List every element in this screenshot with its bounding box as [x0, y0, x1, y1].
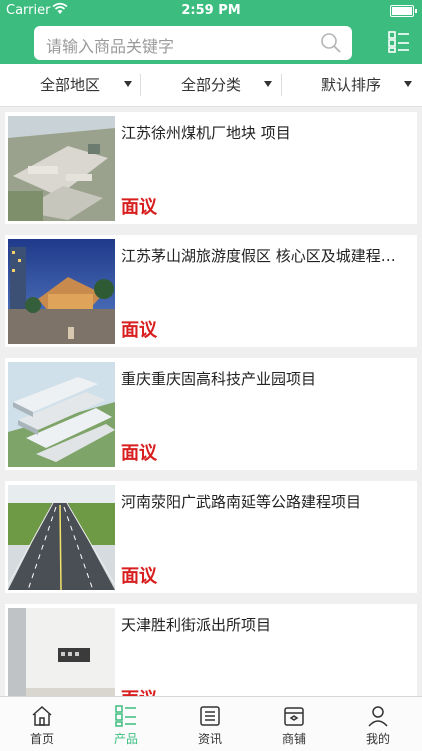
chevron-down-icon — [264, 81, 272, 87]
product-image[interactable] — [8, 239, 115, 344]
filter-sort-label: 默认排序 — [321, 76, 382, 94]
battery-icon — [390, 5, 417, 17]
list-icon — [115, 705, 137, 727]
filter-sort[interactable]: 默认排序 — [321, 64, 421, 106]
category-menu-icon[interactable] — [388, 31, 410, 53]
home-icon — [31, 705, 53, 727]
search-input[interactable]: 请输入商品关键字 — [34, 26, 352, 60]
chevron-down-icon — [404, 81, 412, 87]
product-image[interactable] — [8, 116, 115, 221]
filter-region-label: 全部地区 — [40, 76, 101, 94]
product-card[interactable]: 河南荥阳广武路南延等公路建程项目 面议 — [5, 481, 417, 593]
product-price: 面议 — [121, 197, 157, 218]
filter-category-label: 全部分类 — [181, 76, 242, 94]
tab-products[interactable]: 产品 — [84, 697, 168, 751]
product-title: 重庆重庆固高科技产业园项目 — [121, 370, 317, 388]
product-card[interactable]: 重庆重庆固高科技产业园项目 面议 — [5, 358, 417, 470]
product-card[interactable]: 江苏茅山湖旅游度假区 核心区及城建程… 面议 — [5, 235, 417, 347]
product-title: 天津胜利街派出所项目 — [121, 616, 272, 634]
product-title: 江苏茅山湖旅游度假区 核心区及城建程… — [121, 247, 396, 265]
tab-home[interactable]: 首页 — [0, 697, 84, 751]
tab-shops[interactable]: 商铺 — [252, 697, 336, 751]
tab-news-label: 资讯 — [197, 732, 222, 746]
bottom-tab-bar: 首页 产品 资讯 商铺 我的 — [0, 696, 422, 751]
search-placeholder: 请输入商品关键字 — [46, 37, 175, 56]
status-time: 2:59 PM — [181, 3, 241, 18]
product-image[interactable] — [7, 485, 116, 591]
user-icon — [367, 705, 389, 727]
app-header: Carrier 2:59 PM 请输入商品关键字 — [0, 0, 422, 64]
tab-profile-label: 我的 — [365, 732, 390, 746]
chevron-down-icon — [124, 81, 132, 87]
product-price: 面议 — [121, 443, 157, 464]
filter-bar: 全部地区 全部分类 默认排序 — [0, 64, 422, 107]
filter-region[interactable]: 全部地区 — [40, 64, 140, 106]
product-card[interactable]: 江苏徐州煤机厂地块 项目 面议 — [5, 112, 417, 224]
tab-products-label: 产品 — [113, 732, 138, 746]
product-price: 面议 — [121, 320, 157, 341]
product-price: 面议 — [121, 566, 157, 587]
tab-home-label: 首页 — [29, 732, 54, 746]
filter-divider — [281, 74, 282, 96]
filter-category[interactable]: 全部分类 — [181, 64, 281, 106]
tab-profile[interactable]: 我的 — [336, 697, 420, 751]
news-icon — [199, 705, 221, 727]
tab-shops-label: 商铺 — [281, 732, 306, 746]
tab-news[interactable]: 资讯 — [168, 697, 252, 751]
search-icon[interactable] — [320, 32, 342, 58]
product-image[interactable] — [8, 362, 115, 467]
product-title: 江苏徐州煤机厂地块 项目 — [121, 124, 291, 142]
product-title: 河南荥阳广武路南延等公路建程项目 — [121, 493, 362, 511]
filter-divider — [140, 74, 141, 96]
shop-icon — [283, 705, 305, 727]
status-bar: Carrier 2:59 PM — [0, 0, 422, 22]
